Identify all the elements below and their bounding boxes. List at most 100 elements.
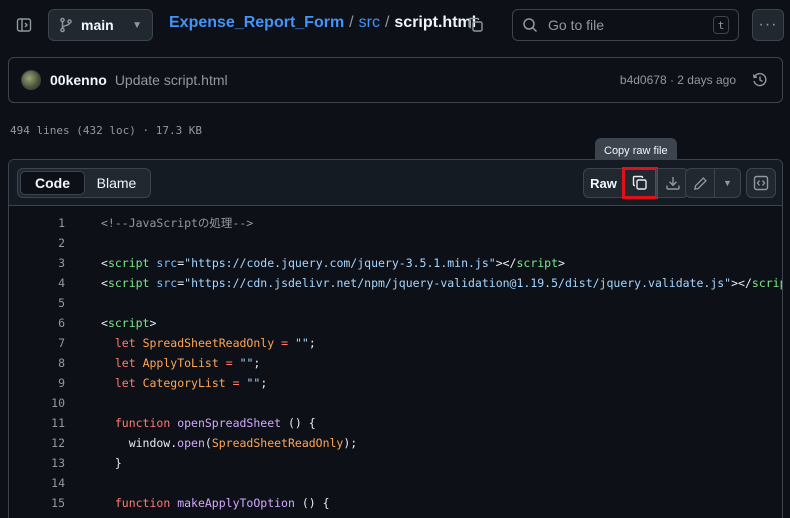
- code-token: >: [149, 316, 157, 330]
- code-token: let: [114, 336, 136, 350]
- branch-name: main: [81, 17, 114, 33]
- pencil-icon: [693, 176, 708, 191]
- commit-author[interactable]: 00kenno: [50, 72, 107, 88]
- line-number[interactable]: 3: [9, 256, 65, 270]
- code-token: src: [156, 256, 178, 270]
- code-token: );: [343, 436, 358, 450]
- line-content: <script>: [101, 316, 156, 330]
- more-options-button[interactable]: ···: [752, 9, 784, 41]
- commit-sha-time[interactable]: b4d0678 · 2 days ago: [620, 73, 736, 87]
- copy-path-icon[interactable]: [465, 13, 487, 37]
- line-number[interactable]: 1: [9, 216, 65, 230]
- search-shortcut-key: t: [713, 16, 729, 34]
- line-number[interactable]: 11: [9, 416, 65, 430]
- code-token: >: [558, 256, 565, 270]
- code-token: openSpreadSheet: [177, 416, 282, 430]
- line-number[interactable]: 6: [9, 316, 65, 330]
- breadcrumb-dir-link[interactable]: src: [359, 14, 380, 32]
- branch-selector-button[interactable]: main ▼: [48, 9, 153, 41]
- go-to-file-input[interactable]: Go to file t: [512, 9, 739, 41]
- code-token: let: [114, 356, 136, 370]
- code-token: script: [751, 276, 782, 290]
- line-number[interactable]: 5: [9, 296, 65, 310]
- download-raw-button[interactable]: [656, 169, 688, 197]
- edit-options-dropdown[interactable]: ▼: [714, 169, 740, 197]
- copy-raw-file-button[interactable]: [622, 167, 658, 199]
- line-number[interactable]: 4: [9, 276, 65, 290]
- code-token: (: [204, 436, 212, 450]
- code-token: script: [516, 256, 559, 270]
- file-viewer: Code Blame Raw ▼ 1 <!--JavaScriptの処理--> …: [8, 159, 783, 518]
- code-line: 11 function openSpreadSheet () {: [9, 413, 782, 433]
- code-line: 8 let ApplyToList = "";: [9, 353, 782, 373]
- raw-button[interactable]: Raw: [584, 169, 624, 197]
- code-token: <!--JavaScriptの処理-->: [101, 216, 254, 230]
- code-line: 6 <script>: [9, 313, 782, 333]
- commit-message[interactable]: Update script.html: [115, 72, 228, 88]
- code-line: 2: [9, 233, 782, 253]
- code-token: () {: [294, 496, 330, 510]
- avatar[interactable]: [21, 70, 41, 90]
- tab-code[interactable]: Code: [20, 171, 85, 195]
- file-info: 494 lines (432 loc) · 17.3 KB: [10, 124, 203, 137]
- code-line: 9 let CategoryList = "";: [9, 373, 782, 393]
- breadcrumb-file-name: script.html: [394, 14, 477, 31]
- edit-file-button[interactable]: [686, 169, 714, 197]
- code-line: 3 <script src="https://code.jquery.com/jq…: [9, 253, 782, 273]
- code-token: "": [239, 356, 254, 370]
- breadcrumb-separator: /: [384, 14, 390, 31]
- search-icon: [522, 17, 538, 33]
- line-number[interactable]: 8: [9, 356, 65, 370]
- line-number[interactable]: 13: [9, 456, 65, 470]
- top-bar: main ▼ Expense_Report_Form / src / scrip…: [0, 0, 790, 50]
- breadcrumb: Expense_Report_Form / src / script.html: [169, 14, 476, 32]
- breadcrumb-repo-link[interactable]: Expense_Report_Form: [169, 14, 344, 32]
- code-token: script: [107, 256, 150, 270]
- breadcrumb-separator: /: [349, 14, 354, 31]
- code-token: }: [101, 456, 122, 470]
- code-line: 5: [9, 293, 782, 313]
- copy-icon: [632, 175, 648, 191]
- download-icon: [665, 175, 681, 191]
- code-token: SpreadSheetReadOnly: [211, 436, 344, 450]
- code-token: ApplyToList: [142, 356, 219, 370]
- code-line: 15 function makeApplyToOption () {: [9, 493, 782, 513]
- search-placeholder: Go to file: [548, 17, 605, 33]
- code-token: "https://code.jquery.com/jquery-3.5.1.mi…: [184, 256, 496, 270]
- line-number[interactable]: 9: [9, 376, 65, 390]
- line-number[interactable]: 7: [9, 336, 65, 350]
- code-token: <: [101, 256, 108, 270]
- line-number[interactable]: 12: [9, 436, 65, 450]
- code-view[interactable]: 1 <!--JavaScriptの処理--> 2 3 <script src="http…: [9, 206, 782, 513]
- line-number[interactable]: 10: [9, 396, 65, 410]
- history-icon[interactable]: [750, 70, 770, 90]
- code-line: 10: [9, 393, 782, 413]
- symbols-panel-button[interactable]: [746, 168, 776, 198]
- line-number[interactable]: 15: [9, 496, 65, 510]
- latest-commit-bar: 00kenno Update script.html b4d0678 · 2 d…: [8, 57, 783, 103]
- line-content: let ApplyToList = "";: [101, 356, 261, 370]
- code-square-icon: [753, 175, 769, 191]
- chevron-down-icon: ▼: [723, 178, 732, 188]
- view-toggle: Code Blame: [17, 168, 151, 198]
- git-branch-icon: [59, 17, 73, 33]
- tab-blame[interactable]: Blame: [85, 171, 148, 195]
- line-number[interactable]: 14: [9, 476, 65, 490]
- line-number[interactable]: 2: [9, 236, 65, 250]
- code-token: =: [281, 336, 289, 350]
- line-content: function makeApplyToOption () {: [101, 496, 330, 510]
- code-token: let: [114, 376, 136, 390]
- code-token: <: [101, 316, 108, 330]
- code-token: <: [101, 276, 108, 290]
- code-line: 4 <script src="https://cdn.jsdelivr.net/n…: [9, 273, 782, 293]
- sidebar-toggle-icon[interactable]: [10, 11, 38, 39]
